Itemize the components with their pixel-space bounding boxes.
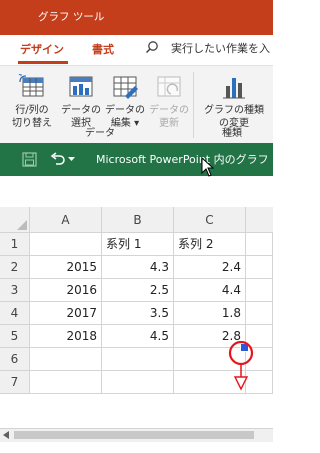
cell-c4[interactable]: 1.8 [174, 302, 246, 325]
select-data-icon [69, 76, 93, 97]
tell-me-input[interactable]: 実行したい作業を入 [171, 40, 270, 56]
cell-b3[interactable]: 2.5 [102, 279, 174, 302]
context-tab-group-label: グラフ ツール [38, 11, 105, 23]
row-header-1[interactable]: 1 [0, 233, 30, 256]
chart-data-window-titlebar: Microsoft PowerPoint 内のグラフ [0, 143, 273, 177]
switch-row-column-label-2: 切り替え [12, 118, 52, 129]
column-header-b[interactable]: B [102, 207, 174, 233]
cell-b6[interactable] [102, 348, 174, 371]
cell-d2[interactable] [246, 256, 273, 279]
context-tab-band: グラフ ツール [0, 0, 273, 35]
search-icon[interactable] [145, 40, 159, 54]
scrollbar-thumb[interactable] [14, 431, 254, 439]
highlight-circle-arrow-icon [228, 341, 254, 391]
refresh-data-icon [157, 76, 181, 97]
row-header-4[interactable]: 4 [0, 302, 30, 325]
cell-a4[interactable]: 2017 [30, 302, 102, 325]
cell-d3[interactable] [246, 279, 273, 302]
refresh-data-label-1: データの [149, 105, 189, 116]
column-header-a[interactable]: A [30, 207, 102, 233]
cell-a1[interactable] [30, 233, 102, 256]
refresh-data-button[interactable]: データの 更新 [148, 74, 190, 130]
cell-d4[interactable] [246, 302, 273, 325]
switch-row-column-label-1: 行/列の [15, 105, 49, 116]
cell-a6[interactable] [30, 348, 102, 371]
cell-b1[interactable]: 系列 1 [102, 233, 174, 256]
window-title: Microsoft PowerPoint 内のグラフ [96, 153, 269, 166]
cell-c3[interactable]: 4.4 [174, 279, 246, 302]
edit-data-button[interactable]: データの 編集 ▾ [104, 74, 146, 130]
refresh-data-label-2: 更新 [159, 118, 179, 129]
corner-triangle-icon [17, 220, 27, 230]
select-data-button[interactable]: データの 選択 [56, 74, 106, 130]
select-all-corner[interactable] [0, 207, 30, 233]
cell-d1[interactable] [246, 233, 273, 256]
undo-icon[interactable] [50, 152, 66, 166]
scroll-left-icon[interactable] [3, 431, 9, 439]
row-header-6[interactable]: 6 [0, 348, 30, 371]
edit-data-label-2: 編集 ▾ [110, 118, 140, 129]
ribbon-tab-row: デザイン 書式 実行したい作業を入 [0, 35, 273, 66]
change-chart-type-label-1: グラフの種類 [204, 105, 264, 116]
edit-data-label-1: データの [105, 105, 145, 116]
tab-format[interactable]: 書式 [92, 41, 114, 57]
group-separator [193, 72, 194, 138]
horizontal-scrollbar[interactable] [0, 428, 273, 442]
undo-dropdown-icon[interactable] [68, 157, 75, 162]
active-tab-indicator [18, 61, 68, 64]
row-header-5[interactable]: 5 [0, 325, 30, 348]
cell-b4[interactable]: 3.5 [102, 302, 174, 325]
cell-c2[interactable]: 2.4 [174, 256, 246, 279]
column-header-d[interactable] [246, 207, 273, 233]
tab-design[interactable]: デザイン [20, 41, 64, 57]
column-header-c[interactable]: C [174, 207, 246, 233]
switch-row-column-button[interactable]: 行/列の 切り替え [6, 74, 58, 130]
row-header-3[interactable]: 3 [0, 279, 30, 302]
data-group-label: データ [85, 128, 115, 139]
row-header-2[interactable]: 2 [0, 256, 30, 279]
switch-row-column-icon [18, 74, 44, 97]
cell-a2[interactable]: 2015 [30, 256, 102, 279]
change-chart-type-icon [223, 78, 245, 99]
change-chart-type-button[interactable]: グラフの種類 の変更 [196, 74, 272, 130]
cell-a5[interactable]: 2018 [30, 325, 102, 348]
cell-a3[interactable]: 2016 [30, 279, 102, 302]
cell-a7[interactable] [30, 371, 102, 394]
ribbon-body: 行/列の 切り替え データの 選択 データの 編集 ▾ データの 更新 グラフの… [0, 66, 273, 143]
type-group-label: 種類 [222, 128, 242, 139]
save-icon[interactable] [22, 152, 37, 167]
cell-c1[interactable]: 系列 2 [174, 233, 246, 256]
row-header-7[interactable]: 7 [0, 371, 30, 394]
mouse-cursor-icon [201, 157, 214, 177]
spreadsheet-grid: A B C 1 2 3 4 5 6 7 系列 1 系列 2 2015 4.3 2… [0, 207, 273, 437]
cell-b5[interactable]: 4.5 [102, 325, 174, 348]
edit-data-icon [113, 76, 138, 99]
cell-b2[interactable]: 4.3 [102, 256, 174, 279]
cell-b7[interactable] [102, 371, 174, 394]
select-data-label-1: データの [61, 105, 101, 116]
